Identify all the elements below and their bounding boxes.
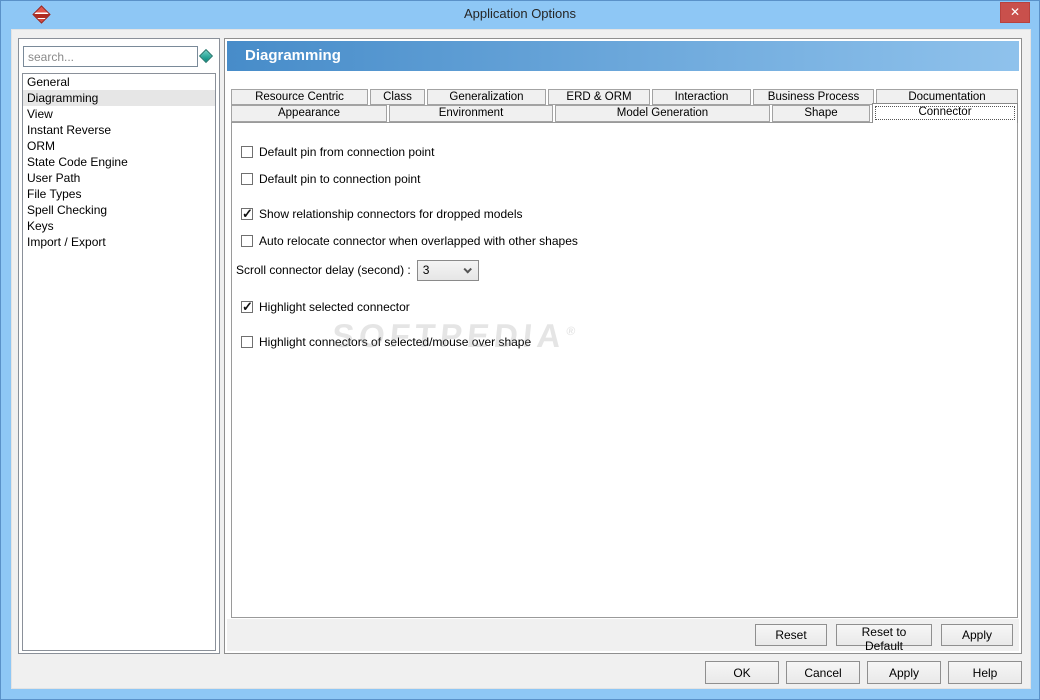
tab-shape[interactable]: Shape — [772, 105, 870, 122]
category-list: General Diagramming View Instant Reverse… — [22, 73, 216, 651]
tab-interaction[interactable]: Interaction — [652, 89, 751, 105]
reset-button[interactable]: Reset — [755, 624, 827, 646]
close-icon: ✕ — [1009, 5, 1021, 19]
tab-resource-centric[interactable]: Resource Centric — [231, 89, 368, 105]
apply-button[interactable]: Apply — [867, 661, 941, 684]
checkbox-highlight-selected-connector[interactable] — [241, 299, 253, 315]
option-row: Default pin from connection point — [241, 145, 434, 159]
sidebar-item-spell-checking[interactable]: Spell Checking — [23, 202, 215, 218]
panel-apply-button[interactable]: Apply — [941, 624, 1013, 646]
tab-model-generation[interactable]: Model Generation — [555, 105, 770, 122]
titlebar[interactable]: Application Options ✕ — [1, 1, 1039, 29]
panel-footer: Reset Reset to Default Apply — [227, 619, 1019, 653]
checkbox-default-pin-from[interactable] — [241, 146, 253, 158]
option-label: Show relationship connectors for dropped… — [259, 207, 523, 221]
option-label: Highlight connectors of selected/mouse o… — [259, 335, 532, 349]
sidebar-item-file-types[interactable]: File Types — [23, 186, 215, 202]
tab-erd-orm[interactable]: ERD & ORM — [548, 89, 650, 105]
search-input[interactable] — [23, 46, 198, 67]
option-row: Auto relocate connector when overlapped … — [241, 234, 578, 248]
option-row: Highlight selected connector — [241, 299, 410, 315]
option-label: Default pin from connection point — [259, 145, 435, 159]
sidebar-item-view[interactable]: View — [23, 106, 215, 122]
checkbox-highlight-connectors-of-selected[interactable] — [241, 336, 253, 348]
scroll-delay-value: 3 — [422, 262, 430, 277]
sidebar-item-keys[interactable]: Keys — [23, 218, 215, 234]
sidebar-item-diagramming[interactable]: Diagramming — [23, 90, 215, 106]
sidebar-item-general[interactable]: General — [23, 74, 215, 90]
help-button[interactable]: Help — [948, 661, 1022, 684]
cancel-button[interactable]: Cancel — [786, 661, 860, 684]
option-row: Highlight connectors of selected/mouse o… — [241, 335, 531, 349]
search-filter-button[interactable] — [198, 48, 215, 66]
main-panel: Diagramming Resource Centric Class Gener… — [224, 38, 1022, 654]
application-options-dialog: Application Options ✕ General Diagrammin… — [0, 0, 1040, 700]
sidebar-item-user-path[interactable]: User Path — [23, 170, 215, 186]
option-label: Auto relocate connector when overlapped … — [259, 234, 578, 248]
tab-connector[interactable]: Connector — [872, 103, 1018, 123]
sidebar-item-orm[interactable]: ORM — [23, 138, 215, 154]
page-title: Diagramming — [227, 41, 1019, 71]
option-row: Default pin to connection point — [241, 172, 420, 186]
checkbox-auto-relocate-connector[interactable] — [241, 235, 253, 247]
checkbox-show-relationship-connectors[interactable] — [241, 206, 253, 222]
dialog-footer: OK Cancel Apply Help — [12, 660, 1022, 685]
tab-environment[interactable]: Environment — [389, 105, 553, 122]
sidebar-item-instant-reverse[interactable]: Instant Reverse — [23, 122, 215, 138]
tab-generalization[interactable]: Generalization — [427, 89, 546, 105]
sidebar-item-import-export[interactable]: Import / Export — [23, 234, 215, 250]
window-title: Application Options — [463, 6, 576, 21]
tab-row-2: Appearance Environment Model Generation … — [231, 103, 1018, 123]
dialog-body: General Diagramming View Instant Reverse… — [11, 29, 1031, 689]
tab-business-process[interactable]: Business Process — [753, 89, 874, 105]
option-label: Highlight selected connector — [259, 300, 410, 314]
checkbox-default-pin-to[interactable] — [241, 173, 253, 185]
scroll-delay-label: Scroll connector delay (second) : — [236, 263, 411, 277]
tab-class[interactable]: Class — [370, 89, 425, 105]
option-label: Default pin to connection point — [259, 172, 421, 186]
scroll-delay-dropdown[interactable]: 3 — [416, 259, 479, 281]
reset-to-default-button[interactable]: Reset to Default — [836, 624, 932, 653]
diamond-icon — [198, 48, 214, 64]
ok-button[interactable]: OK — [705, 661, 779, 684]
tab-appearance[interactable]: Appearance — [231, 105, 387, 122]
search-row — [23, 46, 216, 68]
chevron-down-icon — [463, 264, 472, 274]
sidebar-item-state-code-engine[interactable]: State Code Engine — [23, 154, 215, 170]
close-button[interactable]: ✕ — [1000, 2, 1030, 23]
option-row: Show relationship connectors for dropped… — [241, 206, 523, 222]
connector-tab-page: Default pin from connection point Defaul… — [231, 122, 1018, 618]
sidebar: General Diagramming View Instant Reverse… — [18, 38, 220, 654]
scroll-delay-row: Scroll connector delay (second) : 3 — [236, 259, 479, 281]
